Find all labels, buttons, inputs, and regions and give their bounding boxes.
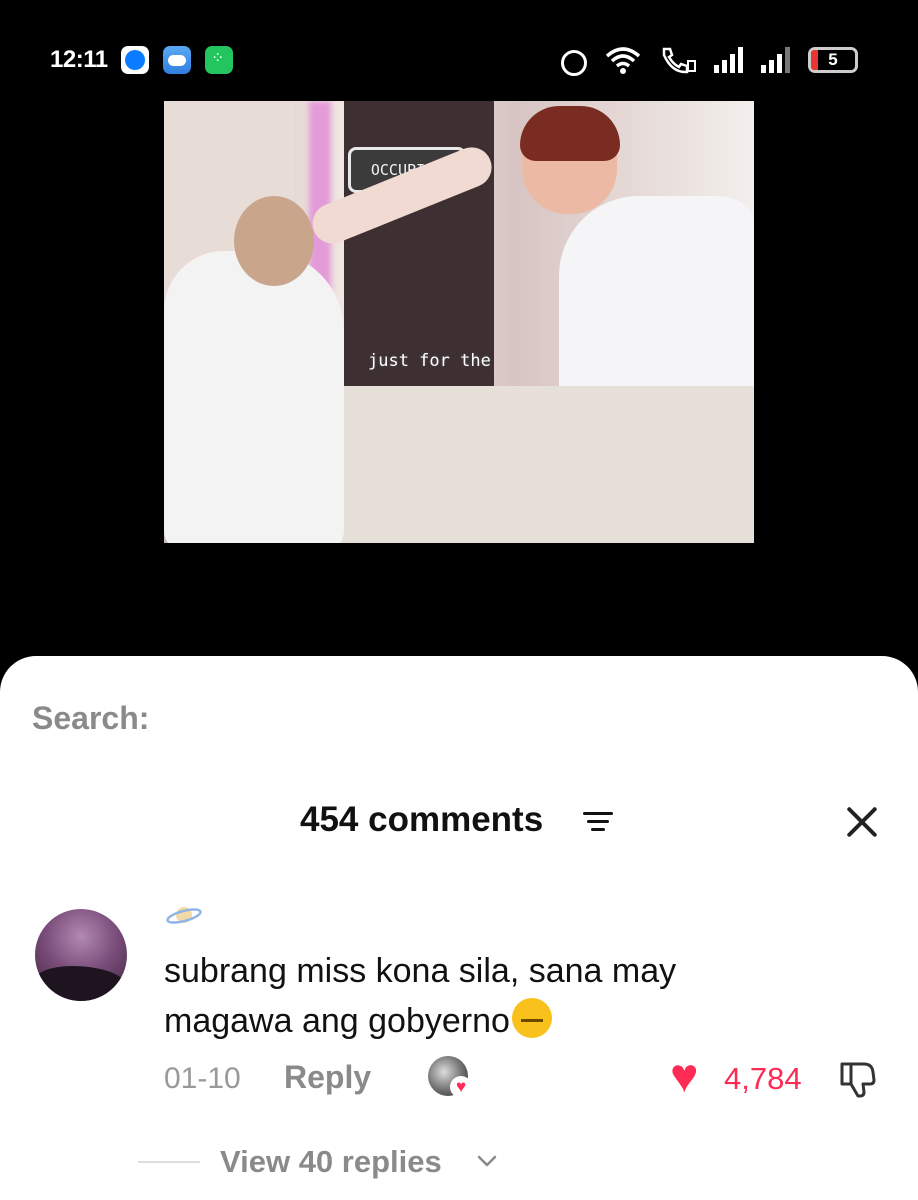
video-caption: just for the bbox=[368, 351, 491, 371]
close-button[interactable] bbox=[840, 800, 884, 844]
messenger-icon bbox=[121, 46, 149, 74]
wifi-call-icon bbox=[662, 47, 696, 74]
video-player[interactable]: OCCUPIED just for the bbox=[164, 101, 754, 543]
alarm-icon bbox=[558, 46, 587, 76]
status-time: 12:11 bbox=[50, 46, 108, 73]
planet-icon bbox=[166, 907, 202, 924]
search-query-blurred[interactable] bbox=[168, 696, 728, 744]
search-label[interactable]: Search: bbox=[32, 700, 149, 737]
signal-icon bbox=[714, 47, 743, 73]
wifi-icon bbox=[605, 47, 641, 74]
like-heart-icon[interactable]: ♥ bbox=[670, 1053, 716, 1101]
battery-level: 5 bbox=[828, 50, 838, 69]
divider bbox=[138, 1161, 200, 1163]
chevron-down-icon[interactable] bbox=[476, 1150, 498, 1172]
comment-date: 01-10 bbox=[164, 1062, 241, 1095]
sad-face-emoji-icon bbox=[511, 998, 552, 1038]
view-replies-button[interactable]: View 40 replies bbox=[220, 1144, 442, 1180]
status-icons: 5 bbox=[558, 42, 858, 78]
weather-icon bbox=[163, 46, 191, 74]
signal-icon bbox=[761, 47, 790, 73]
like-count: 4,784 bbox=[724, 1061, 802, 1096]
reply-button[interactable]: Reply bbox=[284, 1059, 371, 1096]
heart-icon: ♥ bbox=[450, 1076, 472, 1098]
dislike-icon[interactable] bbox=[836, 1056, 880, 1100]
avatar[interactable] bbox=[35, 909, 127, 1001]
battery-icon: 5 bbox=[808, 47, 858, 73]
comment-text: subrang miss kona sila, sana may magawa … bbox=[164, 952, 677, 1040]
comments-count: 454 comments bbox=[300, 800, 544, 839]
comments-sheet: Search: 454 comments subrang miss kona s… bbox=[0, 656, 918, 1200]
sort-filter-icon[interactable] bbox=[583, 812, 613, 832]
green-app-icon bbox=[205, 46, 233, 74]
creator-liked-badge: ♥ bbox=[428, 1056, 472, 1100]
status-bar: 12:11 5 bbox=[0, 0, 918, 100]
